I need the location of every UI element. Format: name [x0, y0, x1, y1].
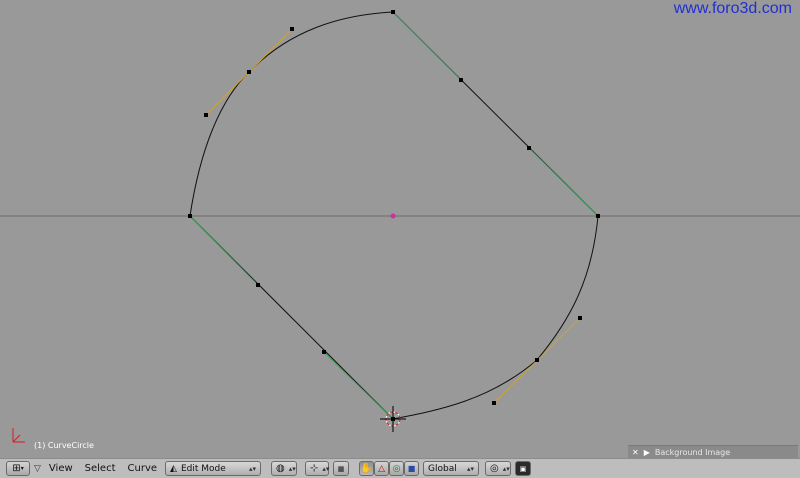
curve-segment-bottom-right	[392, 215, 599, 420]
handle-point[interactable]	[527, 146, 531, 150]
render-button[interactable]: ▣	[515, 461, 532, 476]
orientation-dropdown[interactable]: Global ▴▾	[423, 461, 480, 476]
watermark-text: www.foro3d.com	[673, 0, 792, 17]
control-point[interactable]	[535, 358, 539, 362]
hand-icon: ✋	[360, 463, 373, 474]
updown-arrows-icon: ▴▾	[249, 464, 257, 473]
menu-view[interactable]: View	[45, 463, 77, 474]
proportional-icon: ◎	[490, 463, 499, 474]
draw-type-icon: ◍	[276, 463, 285, 474]
mode-value: Edit Mode	[180, 463, 226, 474]
handle-line-green	[528, 147, 599, 217]
pivot-dropdown[interactable]: ⊹ ▴▾	[305, 461, 329, 476]
manipulator-icon: ▦	[337, 464, 345, 473]
control-point[interactable]	[247, 70, 251, 74]
active-object-label: (1) CurveCircle	[34, 441, 94, 450]
proportional-dropdown[interactable]: ◎ ▴▾	[485, 461, 512, 476]
pivot-icon: ⊹	[310, 463, 319, 474]
triangle-down-icon[interactable]: ▽	[34, 464, 41, 474]
edit-mode-icon: ◭	[170, 463, 177, 474]
curve-segment-top-left	[189, 11, 394, 217]
updown-arrows-icon: ▴▾	[467, 464, 475, 473]
translate-icon: ■	[407, 464, 416, 473]
handle-point[interactable]	[290, 27, 294, 31]
control-point[interactable]	[391, 10, 395, 14]
handle-point[interactable]	[322, 350, 326, 354]
mode-dropdown[interactable]: ◭ Edit Mode ▴▾	[165, 461, 262, 476]
handle-line-green	[323, 351, 394, 420]
menu-select[interactable]: Select	[81, 463, 120, 474]
handle-line-green	[392, 11, 462, 81]
background-image-panel[interactable]: ✕ ▶ Background Image	[628, 445, 798, 458]
handle-point[interactable]	[459, 78, 463, 82]
menu-curve[interactable]: Curve	[124, 463, 162, 474]
control-point[interactable]	[188, 214, 192, 218]
draw-type-dropdown[interactable]: ◍ ▴▾	[271, 461, 298, 476]
manipulator-toggle[interactable]: ▦	[333, 461, 350, 476]
handle-point[interactable]	[492, 401, 496, 405]
curve-canvas[interactable]	[0, 0, 800, 458]
3d-viewport[interactable]: www.foro3d.com (1) CurveCircle ✕ ▶ Backg…	[0, 0, 800, 458]
rotate-button[interactable]: △	[374, 461, 390, 476]
rotate-icon: △	[378, 463, 385, 474]
render-icon: ▣	[519, 464, 527, 473]
x-icon[interactable]: ✕	[632, 448, 639, 457]
handle-line-green	[189, 215, 259, 286]
grid-icon: ⊞	[12, 463, 21, 474]
hand-button[interactable]: ✋	[359, 461, 375, 476]
window-type-button[interactable]: ⊞ ▾	[6, 461, 30, 476]
axis-gizmo-icon	[12, 428, 25, 443]
translate-button[interactable]: ■	[404, 461, 420, 476]
object-center-point	[390, 213, 396, 219]
scale-icon: ◎	[392, 463, 401, 474]
orientation-value: Global	[428, 463, 457, 474]
triangle-right-icon[interactable]: ▶	[644, 448, 650, 457]
background-image-label: Background Image	[654, 447, 731, 457]
handle-point[interactable]	[578, 316, 582, 320]
scale-button[interactable]: ◎	[389, 461, 405, 476]
control-point[interactable]	[596, 214, 600, 218]
handle-point[interactable]	[204, 113, 208, 117]
handle-point[interactable]	[256, 283, 260, 287]
viewport-header: ⊞ ▾ ▽ View Select Curve ◭ Edit Mode ▴▾ ◍ …	[0, 458, 800, 478]
